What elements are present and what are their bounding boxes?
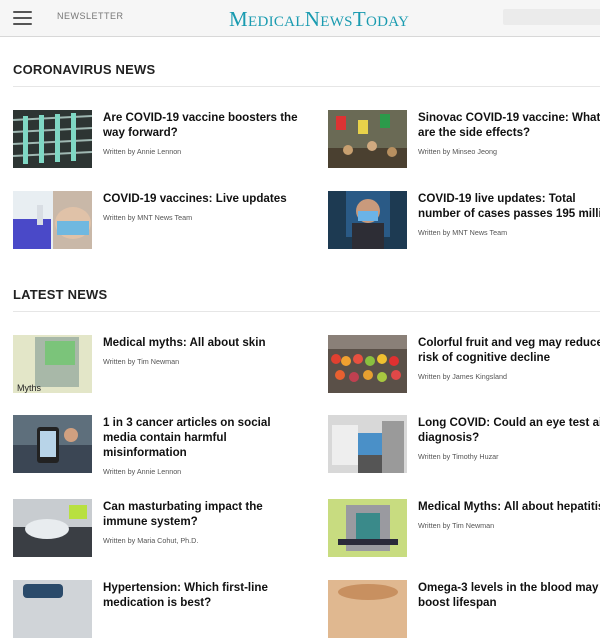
vials-icon[interactable]: [13, 110, 92, 168]
article-title[interactable]: Long COVID: Could an eye test aid diagno…: [418, 415, 600, 445]
phone-icon[interactable]: [13, 415, 92, 473]
masked-face-icon[interactable]: [328, 191, 407, 249]
site-logo[interactable]: MEDICALNEWSTODAY: [229, 7, 409, 32]
article-byline: Written by James Kingsland: [418, 372, 507, 381]
article-title[interactable]: COVID-19 vaccines: Live updates: [103, 191, 303, 206]
svg-text:Myths: Myths: [17, 383, 42, 393]
eye-test-icon[interactable]: [328, 415, 407, 473]
article-byline: Written by Minseo Jeong: [418, 147, 497, 156]
flags-icon[interactable]: [328, 110, 407, 168]
latest-news-section: LATEST NEWS: [13, 287, 600, 312]
article-title[interactable]: Hypertension: Which first-line medicatio…: [103, 580, 303, 610]
newsletter-link[interactable]: NEWSLETTER: [57, 11, 124, 21]
article-title[interactable]: Medical Myths: All about hepatitis: [418, 499, 600, 514]
article-byline: Written by Timothy Huzar: [418, 452, 499, 461]
article-title[interactable]: 1 in 3 cancer articles on social media c…: [103, 415, 303, 460]
produce-icon[interactable]: [328, 335, 407, 393]
article-title[interactable]: Omega-3 levels in the blood may boost li…: [418, 580, 600, 610]
fish-oil-icon[interactable]: [328, 580, 407, 638]
article-byline: Written by Tim Newman: [418, 521, 495, 530]
article-byline: Written by MNT News Team: [103, 213, 193, 222]
bed-icon[interactable]: [13, 499, 92, 557]
article-byline: Written by Maria Cohut, Ph.D.: [103, 536, 199, 545]
section-title: CORONAVIRUS NEWS: [13, 62, 156, 77]
article-title[interactable]: Colorful fruit and veg may reduce risk o…: [418, 335, 600, 365]
search-input[interactable]: [503, 9, 600, 25]
section-divider: [13, 86, 600, 87]
coronavirus-news-section: CORONAVIRUS NEWS: [13, 62, 600, 87]
lab-glove-icon[interactable]: [13, 191, 92, 249]
article-byline: Written by Annie Lennon: [103, 467, 182, 476]
article-title[interactable]: COVID-19 live updates: Total number of c…: [418, 191, 600, 221]
article-byline: Written by Annie Lennon: [103, 147, 182, 156]
myths-hepatitis-icon[interactable]: [328, 499, 407, 557]
article-byline: Written by MNT News Team: [418, 228, 508, 237]
article-title[interactable]: Are COVID-19 vaccine boosters the way fo…: [103, 110, 303, 140]
top-navigation-bar: NEWSLETTER MEDICALNEWSTODAY: [0, 0, 600, 37]
article-title[interactable]: Medical myths: All about skin: [103, 335, 303, 350]
article-byline: Written by Tim Newman: [103, 357, 180, 366]
article-title[interactable]: Can masturbating impact the immune syste…: [103, 499, 303, 529]
myths-skin-icon[interactable]: Myths: [13, 335, 92, 393]
section-divider: [13, 311, 600, 312]
menu-icon[interactable]: [13, 11, 32, 25]
section-title: LATEST NEWS: [13, 287, 108, 302]
article-title[interactable]: Sinovac COVID-19 vaccine: What are the s…: [418, 110, 600, 140]
bp-cuff-icon[interactable]: [13, 580, 92, 638]
